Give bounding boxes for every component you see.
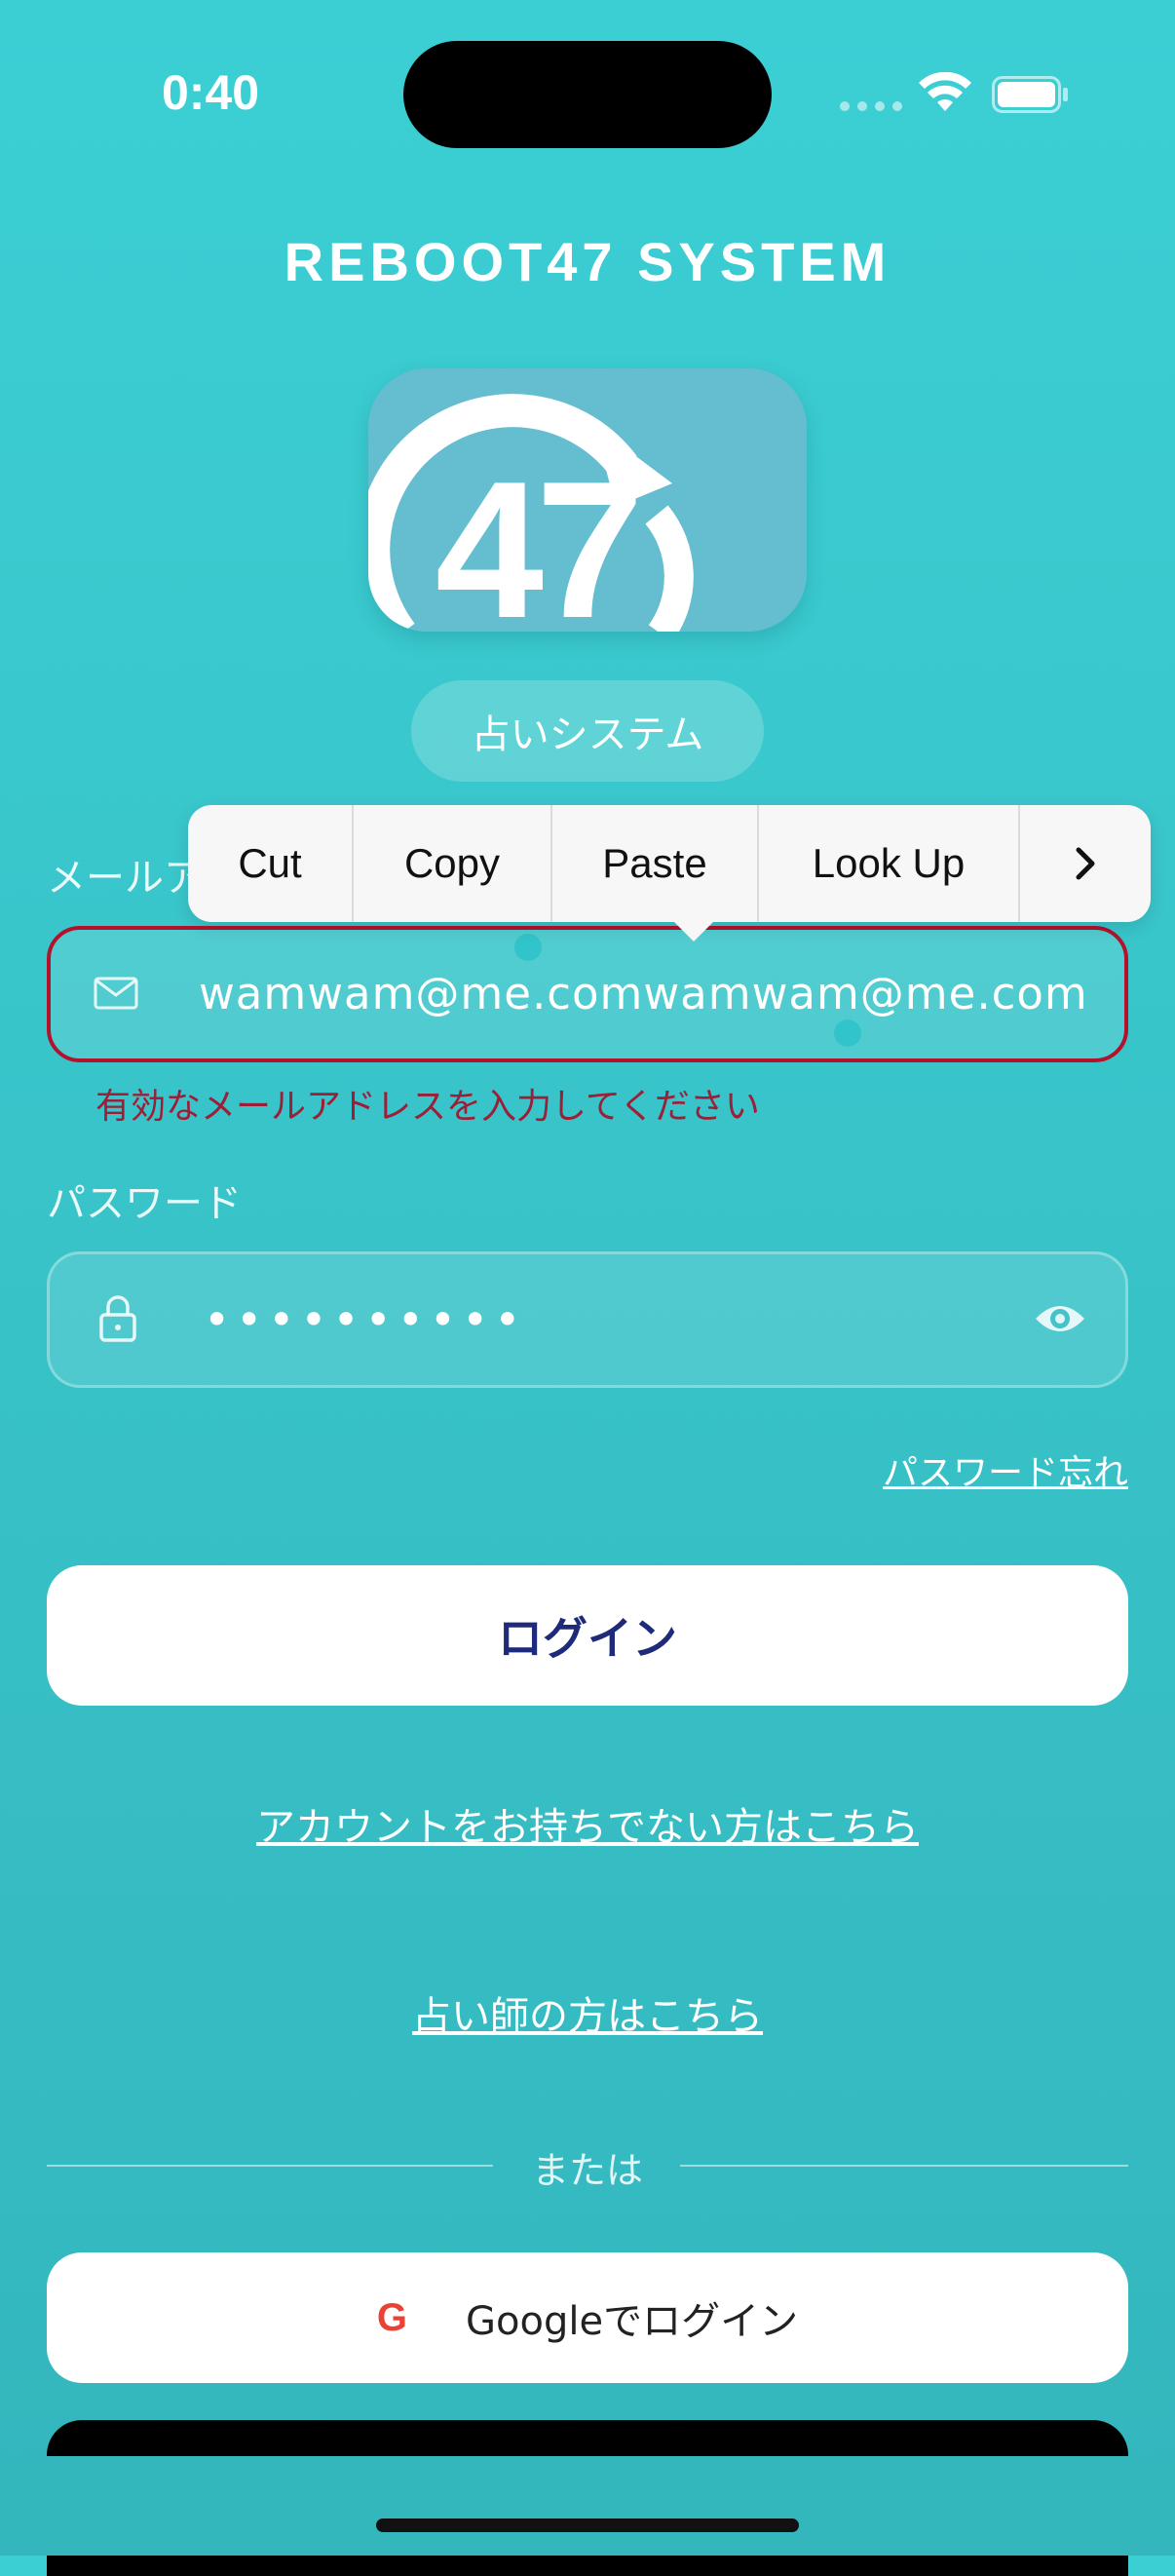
divider-right: [680, 2165, 1128, 2167]
menu-copy[interactable]: Copy: [354, 805, 552, 922]
email-field[interactable]: wamwam@me.comwamwam@me.com: [47, 926, 1128, 1062]
app-logo: 47: [368, 368, 807, 632]
selection-handle-end[interactable]: [834, 1019, 861, 1047]
menu-paste[interactable]: Paste: [552, 805, 759, 922]
cellular-signal-icon: [840, 101, 902, 111]
logo-text: 47: [436, 442, 636, 632]
dynamic-island: [403, 41, 772, 148]
lock-icon: [99, 1295, 136, 1342]
divider-text: または: [531, 2149, 643, 2192]
fortune-teller-link[interactable]: 占い師の方はこちら: [0, 1984, 1175, 2041]
google-icon: G: [376, 2295, 408, 2339]
google-login-button[interactable]: G Googleでログイン: [47, 2252, 1128, 2383]
bottom-safe-area: [0, 2456, 1175, 2556]
login-button[interactable]: ログイン: [47, 1565, 1128, 1706]
menu-look-up[interactable]: Look Up: [759, 805, 1020, 922]
email-error-message: 有効なメールアドレスを入力してください: [95, 1087, 760, 1127]
password-field[interactable]: ••••••••••: [47, 1251, 1128, 1388]
app-title: REBOOT47 SYSTEM: [284, 231, 891, 292]
status-time: 0:40: [162, 65, 260, 120]
password-input[interactable]: ••••••••••: [204, 1254, 526, 1385]
selection-handle-start[interactable]: [514, 934, 542, 961]
wifi-icon: [919, 72, 971, 111]
chevron-right-icon: [1076, 847, 1095, 880]
email-input[interactable]: wamwam@me.comwamwam@me.com: [199, 930, 1124, 1058]
mail-icon: [94, 977, 138, 1010]
password-label: パスワード: [47, 1181, 242, 1226]
text-context-menu: Cut Copy Paste Look Up: [188, 805, 1151, 922]
context-menu-pointer: [672, 920, 715, 942]
signup-link[interactable]: アカウントをお持ちでない方はこちら: [0, 1795, 1175, 1852]
battery-icon: [992, 76, 1068, 113]
menu-cut[interactable]: Cut: [188, 805, 354, 922]
menu-more-button[interactable]: [1020, 805, 1151, 922]
eye-icon[interactable]: [1034, 1299, 1086, 1338]
home-indicator[interactable]: [376, 2518, 799, 2532]
google-login-label: Googleでログイン: [466, 2299, 799, 2344]
forgot-password-link[interactable]: パスワード忘れ: [883, 1444, 1128, 1495]
subtitle-badge: 占いシステム: [411, 680, 764, 782]
